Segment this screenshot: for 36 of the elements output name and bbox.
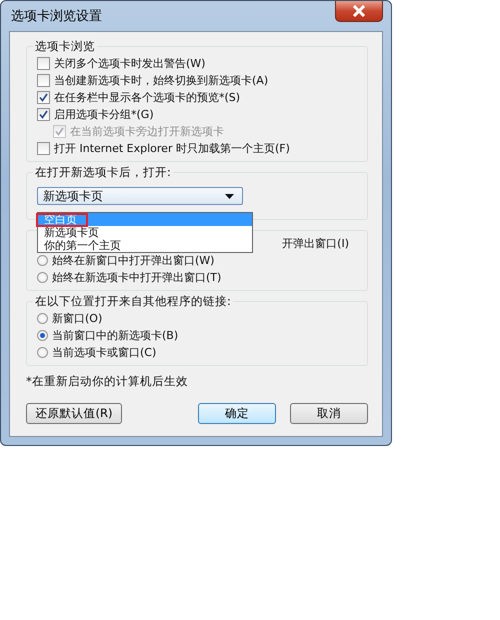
- checkbox-label: 在任务栏中显示各个选项卡的预览*(S): [54, 90, 240, 105]
- dropdown-option[interactable]: 你的第一个主页: [38, 239, 252, 252]
- close-button[interactable]: [335, 1, 383, 22]
- checkbox-label: 在当前选项卡旁边打开新选项卡: [70, 124, 224, 139]
- radio-label: 当前选项卡或窗口(C): [52, 345, 156, 360]
- group-title: 在打开新选项卡后，打开:: [33, 165, 173, 180]
- dialog-button[interactable]: 取消: [290, 403, 368, 424]
- footnote: *在重新启动你的计算机后生效: [26, 374, 189, 389]
- checkbox-label: 当创建新选项卡时，始终切换到新选项卡(A): [54, 73, 268, 88]
- radio-button[interactable]: [37, 255, 48, 266]
- dropdown-option[interactable]: 新选项卡页: [38, 226, 252, 239]
- radio-label: 新窗口(O): [52, 311, 102, 326]
- checkbox-label: 打开 Internet Explorer 时只加载第一个主页(F): [54, 141, 290, 156]
- checkbox[interactable]: [37, 57, 50, 70]
- group-title: 在以下位置打开来自其他程序的链接:: [33, 294, 233, 309]
- window-title: 选项卡浏览设置: [10, 8, 102, 25]
- radio-label: 开弹出窗口(I): [282, 236, 349, 251]
- checkbox-label: 启用选项卡分组*(G): [54, 107, 154, 122]
- checkbox[interactable]: [37, 108, 50, 121]
- radio-button[interactable]: [37, 313, 48, 324]
- checkbox[interactable]: [37, 74, 50, 87]
- close-icon: [352, 5, 366, 17]
- radio-button[interactable]: [37, 347, 48, 358]
- dropdown[interactable]: 新选项卡页: [37, 187, 243, 205]
- dialog-button[interactable]: 还原默认值(R): [26, 403, 122, 424]
- radio-button[interactable]: [37, 330, 48, 341]
- radio-label: 始终在新选项卡中打开弹出窗口(T): [52, 270, 222, 285]
- checkbox[interactable]: [37, 142, 50, 155]
- group-title: 选项卡浏览: [33, 39, 97, 54]
- checkbox[interactable]: [37, 91, 50, 104]
- radio-button[interactable]: [37, 272, 48, 283]
- dropdown-arrow-icon: [225, 194, 234, 198]
- radio-label: 当前窗口中的新选项卡(B): [52, 328, 178, 343]
- dialog-button[interactable]: 确定: [198, 403, 276, 424]
- checkbox-label: 关闭多个选项卡时发出警告(W): [54, 56, 206, 71]
- radio-label: 始终在新窗口中打开弹出窗口(W): [52, 253, 214, 268]
